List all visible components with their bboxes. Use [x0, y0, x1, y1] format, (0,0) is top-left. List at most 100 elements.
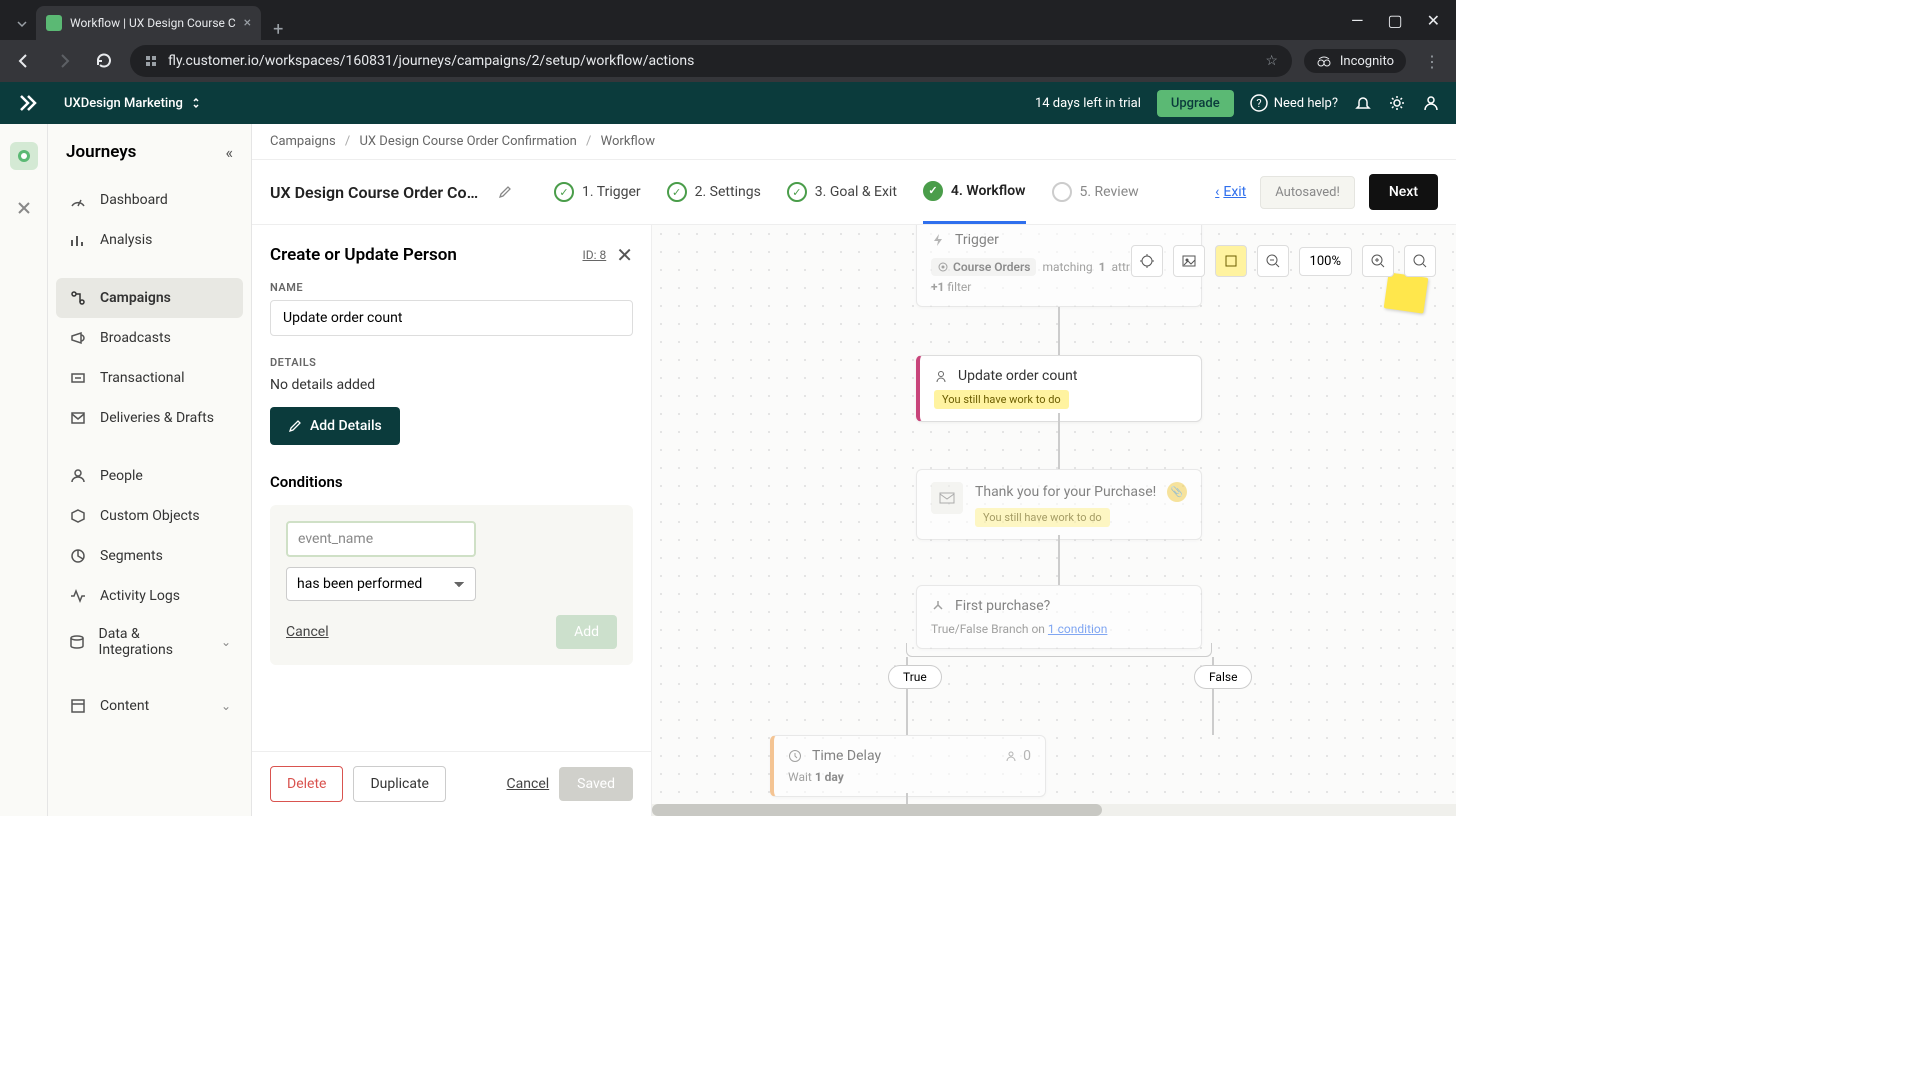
app-logo-icon[interactable]	[16, 91, 40, 115]
activity-icon	[68, 586, 88, 606]
edit-title-icon[interactable]	[498, 185, 512, 199]
condition-add-button[interactable]: Add	[556, 615, 617, 649]
tab-search-icon[interactable]	[8, 8, 36, 40]
deliveries-icon	[68, 408, 88, 428]
sidebar-item-deliveries[interactable]: Deliveries & Drafts	[56, 398, 243, 438]
conditions-title: Conditions	[270, 473, 633, 491]
condition-cancel-link[interactable]: Cancel	[286, 624, 329, 640]
details-label: DETAILS	[270, 356, 633, 369]
breadcrumb-workflow: Workflow	[601, 134, 655, 149]
step-trigger[interactable]: ✓1. Trigger	[554, 181, 641, 204]
workflow-canvas[interactable]: 100% Trigger Course Orders	[652, 225, 1456, 816]
sidebar-item-content[interactable]: Content ⌄	[56, 686, 243, 726]
node-update-order-count[interactable]: Update order count You still have work t…	[916, 355, 1202, 422]
stepper-bar: UX Design Course Order Confir… ✓1. Trigg…	[252, 160, 1456, 225]
node-thank-you-email[interactable]: Thank you for your Purchase! 📎 You still…	[916, 469, 1202, 540]
breadcrumb-campaigns[interactable]: Campaigns	[270, 134, 336, 149]
transactional-icon	[68, 368, 88, 388]
close-window-icon[interactable]: ✕	[1427, 11, 1440, 30]
close-panel-icon[interactable]: ✕	[616, 243, 633, 267]
back-icon[interactable]	[10, 47, 38, 75]
dashboard-icon	[68, 190, 88, 210]
sidebar-item-broadcasts[interactable]: Broadcasts	[56, 318, 243, 358]
search-icon[interactable]	[1404, 245, 1436, 277]
event-name-input[interactable]	[286, 521, 476, 557]
step-workflow[interactable]: ✓4. Workflow	[923, 181, 1026, 224]
next-button[interactable]: Next	[1369, 174, 1438, 210]
add-details-button[interactable]: Add Details	[270, 407, 400, 445]
help-button[interactable]: ? Need help?	[1250, 94, 1338, 112]
zoom-out-icon[interactable]	[1257, 245, 1289, 277]
segments-icon	[68, 546, 88, 566]
profile-icon[interactable]	[1422, 94, 1440, 112]
sidebar-title: Journeys	[66, 142, 136, 162]
sidebar-item-data-integrations[interactable]: Data & Integrations ⌄	[56, 616, 243, 668]
sidebar-item-custom-objects[interactable]: Custom Objects	[56, 496, 243, 536]
data-icon	[68, 632, 87, 652]
step-settings[interactable]: ✓2. Settings	[667, 181, 761, 204]
exit-link[interactable]: ‹Exit	[1215, 184, 1246, 200]
canvas-hint-icon[interactable]	[1131, 245, 1163, 277]
sidebar-item-activity-logs[interactable]: Activity Logs	[56, 576, 243, 616]
menu-icon[interactable]: ⋮	[1418, 47, 1446, 75]
sidebar-item-transactional[interactable]: Transactional	[56, 358, 243, 398]
site-info-icon[interactable]	[144, 54, 158, 68]
branch-icon	[931, 599, 945, 613]
condition-operator-select[interactable]: has been performed	[286, 567, 476, 601]
horizontal-scrollbar[interactable]	[652, 804, 1456, 816]
canvas-note-icon[interactable]	[1215, 245, 1247, 277]
settings-icon[interactable]	[1388, 94, 1406, 112]
zoom-level[interactable]: 100%	[1299, 247, 1352, 276]
name-input[interactable]	[270, 300, 633, 336]
sticky-note[interactable]	[1384, 272, 1429, 313]
url-bar[interactable]: fly.customer.io/workspaces/160831/journe…	[130, 45, 1292, 77]
branch-false[interactable]: False	[1194, 665, 1252, 689]
attachment-badge-icon: 📎	[1167, 482, 1187, 502]
panel-footer: Delete Duplicate Cancel Saved	[252, 751, 651, 816]
sidebar-item-campaigns[interactable]: Campaigns	[56, 278, 243, 318]
step-goal-exit[interactable]: ✓3. Goal & Exit	[787, 181, 897, 204]
duplicate-button[interactable]: Duplicate	[353, 766, 446, 802]
upgrade-button[interactable]: Upgrade	[1157, 90, 1234, 117]
details-text: No details added	[270, 377, 633, 393]
broadcasts-icon	[68, 328, 88, 348]
breadcrumb-campaign-name[interactable]: UX Design Course Order Confirmation	[360, 134, 577, 149]
rail-secondary-icon[interactable]	[10, 194, 38, 222]
forward-icon	[50, 47, 78, 75]
condition-link[interactable]: 1 condition	[1048, 622, 1107, 636]
breadcrumb: Campaigns / UX Design Course Order Confi…	[252, 124, 1456, 160]
person-icon	[934, 369, 948, 383]
sidebar-item-dashboard[interactable]: Dashboard	[56, 180, 243, 220]
reload-icon[interactable]	[90, 47, 118, 75]
minimize-icon[interactable]: —	[1351, 11, 1364, 30]
branch-true[interactable]: True	[888, 665, 942, 689]
footer-cancel-link[interactable]: Cancel	[507, 776, 550, 792]
maximize-icon[interactable]: ▢	[1387, 11, 1402, 30]
panel-id-link[interactable]: ID: 8	[582, 248, 606, 262]
app-header: UXDesign Marketing 14 days left in trial…	[0, 82, 1456, 124]
sidebar-item-analysis[interactable]: Analysis	[56, 220, 243, 260]
canvas-image-icon[interactable]	[1173, 245, 1205, 277]
url-text: fly.customer.io/workspaces/160831/journe…	[168, 53, 1255, 69]
sidebar-item-people[interactable]: People	[56, 456, 243, 496]
step-review[interactable]: 5. Review	[1052, 181, 1139, 204]
bookmark-icon[interactable]: ☆	[1265, 53, 1278, 69]
clock-icon	[788, 749, 802, 763]
workspace-selector[interactable]: UXDesign Marketing	[64, 96, 201, 111]
zoom-in-icon[interactable]	[1362, 245, 1394, 277]
delete-button[interactable]: Delete	[270, 766, 343, 802]
chevron-down-icon: ⌄	[221, 699, 231, 713]
notifications-icon[interactable]	[1354, 94, 1372, 112]
scrollbar-thumb[interactable]	[652, 804, 1102, 816]
close-tab-icon[interactable]: ×	[244, 15, 251, 31]
browser-tab[interactable]: Workflow | UX Design Course C ×	[36, 6, 261, 40]
collapse-sidebar-icon[interactable]: «	[225, 143, 233, 162]
rail-journeys-icon[interactable]	[10, 142, 38, 170]
canvas-toolbar: 100%	[1131, 245, 1436, 277]
incognito-badge[interactable]: Incognito	[1304, 49, 1406, 73]
node-first-purchase[interactable]: First purchase? True/False Branch on 1 c…	[916, 585, 1202, 649]
new-tab-button[interactable]: +	[261, 19, 295, 40]
node-time-delay[interactable]: Time Delay 0 Wait 1 day	[770, 735, 1046, 797]
sidebar-item-segments[interactable]: Segments	[56, 536, 243, 576]
name-label: NAME	[270, 281, 633, 294]
